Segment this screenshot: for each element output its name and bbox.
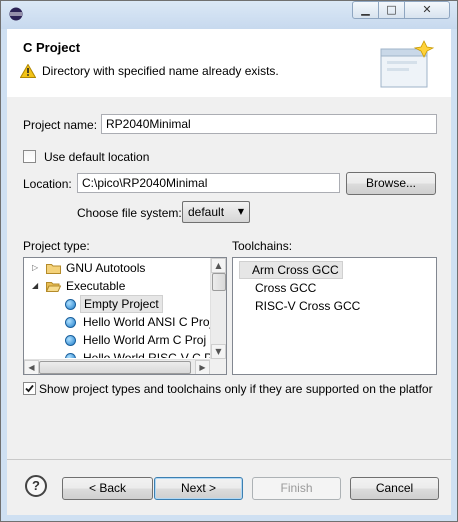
tree-item-hello-world-ansi[interactable]: Hello World ANSI C Proj — [60, 313, 210, 331]
use-default-location-label: Use default location — [44, 150, 150, 164]
next-button[interactable]: Next > — [154, 477, 243, 500]
close-button[interactable]: ✕ — [404, 1, 450, 19]
tree-item-label: Executable — [66, 279, 126, 293]
scroll-left-button[interactable]: ◀ — [24, 360, 39, 374]
toolchains-list[interactable]: Arm Cross GCC Cross GCC RISC-V Cross GCC — [232, 257, 437, 375]
toolchain-item[interactable]: RISC-V Cross GCC — [255, 297, 360, 315]
cancel-button[interactable]: Cancel — [350, 477, 439, 500]
file-system-value: default — [188, 205, 225, 219]
chevron-down-icon: ▼ — [237, 207, 244, 216]
close-icon: ✕ — [422, 3, 432, 16]
project-type-tree[interactable]: ▷ GNU Autotools ◢ Executable Empty Proje… — [23, 257, 227, 375]
tree-item-label: GNU Autotools — [66, 261, 146, 275]
file-system-select[interactable]: default ▼ — [182, 201, 250, 223]
project-template-icon — [65, 353, 76, 358]
toolchain-item-selected[interactable]: Arm Cross GCC — [239, 261, 343, 279]
project-template-icon — [65, 335, 76, 346]
location-label: Location: — [23, 177, 72, 191]
folder-icon — [46, 264, 61, 274]
use-default-location-checkbox[interactable] — [23, 150, 36, 163]
collapse-arrow-icon: ◢ — [32, 281, 39, 290]
scroll-up-button[interactable]: ▲ — [211, 258, 226, 273]
location-input[interactable]: C:\pico\RP2040Minimal — [77, 173, 340, 193]
warning-icon — [20, 64, 36, 78]
tree-item-label: Hello World RISC-V C P — [83, 351, 210, 358]
scroll-right-button[interactable]: ▶ — [195, 360, 210, 374]
minimize-icon: ▁ — [361, 3, 370, 16]
wizard-banner-icon — [380, 40, 435, 88]
tree-item-executable[interactable]: ◢ Executable — [28, 277, 212, 295]
help-icon: ? — [32, 478, 40, 493]
project-name-label: Project name: — [23, 118, 98, 132]
tree-item-hello-world-riscv[interactable]: Hello World RISC-V C P — [60, 349, 210, 358]
scroll-thumb[interactable] — [212, 273, 226, 291]
horizontal-scrollbar[interactable]: ◀ ▶ — [24, 359, 210, 374]
wizard-header: C Project Directory with specified name … — [7, 29, 451, 98]
project-type-label: Project type: — [23, 239, 90, 253]
open-folder-icon — [46, 282, 61, 292]
project-name-input[interactable]: RP2040Minimal — [101, 114, 437, 134]
show-supported-only-checkbox[interactable] — [23, 382, 36, 395]
button-bar-divider — [7, 459, 451, 460]
tree-item-gnu-autotools[interactable]: ▷ GNU Autotools — [28, 259, 212, 277]
toolchain-item[interactable]: Cross GCC — [255, 279, 316, 297]
tree-item-label: Hello World Arm C Proj — [83, 333, 207, 347]
toolchains-label: Toolchains: — [232, 239, 293, 253]
tree-item-empty-project[interactable]: Empty Project — [60, 295, 210, 313]
expand-arrow-icon: ▷ — [32, 263, 39, 272]
tree-item-label: Hello World ANSI C Proj — [83, 315, 210, 329]
wizard-body: Project name: RP2040Minimal Use default … — [7, 97, 451, 515]
status-message: Directory with specified name already ex… — [42, 64, 279, 78]
browse-button[interactable]: Browse... — [346, 172, 436, 195]
vertical-scrollbar[interactable]: ▲ ▼ — [210, 258, 226, 359]
scroll-down-button[interactable]: ▼ — [211, 344, 226, 359]
maximize-icon: □ — [386, 3, 397, 16]
tree-item-label-selected: Empty Project — [80, 295, 163, 313]
checkmark-icon — [25, 384, 34, 393]
tree-item-hello-world-arm[interactable]: Hello World Arm C Proj — [60, 331, 210, 349]
page-title: C Project — [23, 40, 81, 55]
back-button[interactable]: < Back — [62, 477, 153, 500]
finish-button[interactable]: Finish — [252, 477, 341, 500]
maximize-button[interactable]: □ — [378, 1, 405, 19]
project-template-icon — [65, 317, 76, 328]
eclipse-icon — [9, 7, 23, 21]
file-system-label: Choose file system: — [77, 206, 182, 220]
minimize-button[interactable]: ▁ — [352, 1, 379, 19]
scroll-thumb-horizontal[interactable] — [39, 361, 191, 374]
help-button[interactable]: ? — [25, 475, 47, 497]
show-supported-only-label: Show project types and toolchains only i… — [39, 382, 433, 396]
scroll-corner — [210, 359, 226, 374]
project-template-icon — [65, 299, 76, 310]
